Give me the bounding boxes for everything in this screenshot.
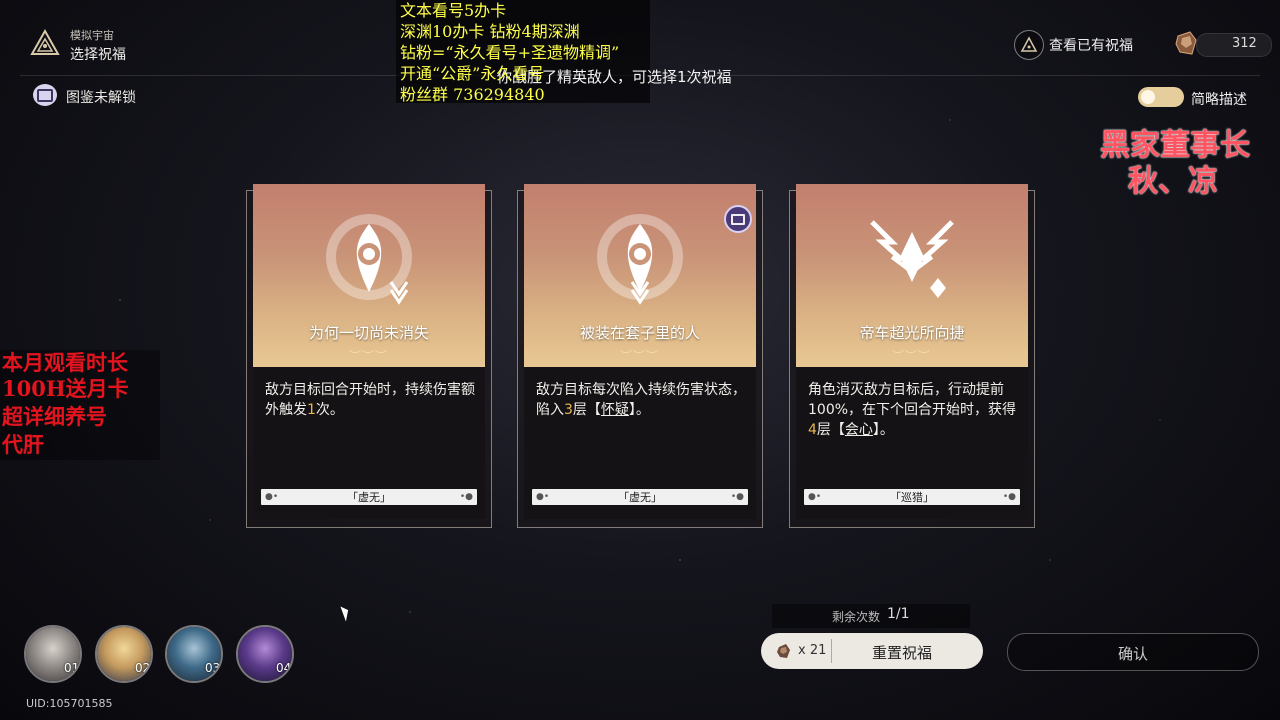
nihility-emblem-icon xyxy=(326,214,412,305)
remaining-value: 1/1 xyxy=(887,606,910,622)
rarity-crown-icon: ︶︶︶ xyxy=(892,349,932,363)
confirm-label: 确认 xyxy=(1118,645,1149,663)
blessing-name: 被装在套子里的人 xyxy=(579,324,700,342)
party-member-avatar[interactable]: 01 xyxy=(24,625,82,683)
blessing-name: 为何一切尚未消失 xyxy=(308,324,429,342)
mouse-cursor-icon xyxy=(340,604,352,622)
blessing-art: 为何一切尚未消失 ︶︶︶ xyxy=(253,184,485,367)
cosmic-fragment-icon xyxy=(1175,31,1197,55)
atlas-book-icon[interactable] xyxy=(33,84,57,106)
party-member-avatar[interactable]: 03 xyxy=(165,625,223,683)
blessing-description: 角色消灭敌方目标后，行动提前100%，在下个回合开始时，获得4层【会心】。 xyxy=(808,382,1017,438)
streamer-name-line2: 秋、凉 xyxy=(1128,164,1218,199)
currency-value: 312 xyxy=(1232,36,1257,51)
promo-line: 超详细养号 xyxy=(2,404,107,429)
stream-overlay-line: 深渊10办卡 钻粉4期深渊 xyxy=(400,22,580,41)
reset-blessing-button[interactable]: x 21 重置祝福 xyxy=(761,633,983,669)
blessing-path-label: ●• 「巡猎」 •● xyxy=(804,489,1020,505)
hunt-emblem-icon xyxy=(870,220,954,298)
atlas-status-label: 图鉴未解锁 xyxy=(66,90,136,106)
mode-subtitle: 模拟宇宙 xyxy=(70,29,114,42)
blessing-card-1[interactable]: 为何一切尚未消失 ︶︶︶ 敌方目标回合开始时，持续伤害额外触发1次。 ●• 「虚无… xyxy=(246,184,492,528)
rarity-crown-icon: ︶︶︶ xyxy=(620,349,660,363)
view-blessings-icon[interactable] xyxy=(1014,30,1044,60)
blessing-path-label: ●• 「虚无」 •● xyxy=(532,489,748,505)
blessing-path-label: ●• 「虚无」 •● xyxy=(261,489,477,505)
promo-line: 代肝 xyxy=(2,432,44,457)
blessing-card-2[interactable]: 被装在套子里的人 ︶︶︶ 敌方目标每次陷入持续伤害状态，陷入3层【怀疑】。 ●•… xyxy=(517,184,763,528)
stream-overlay-line: 粉丝群 736294840 xyxy=(400,85,545,104)
page-title: 选择祝福 xyxy=(70,47,126,63)
player-uid: UID:105701585 xyxy=(26,697,113,710)
blessing-description: 敌方目标每次陷入持续伤害状态，陷入3层【怀疑】。 xyxy=(536,382,746,418)
reset-cost: x 21 xyxy=(798,643,827,658)
rarity-crown-icon: ︶︶︶ xyxy=(349,349,389,363)
brief-description-label: 简略描述 xyxy=(1191,92,1247,108)
stream-overlay-line: 文本看号5办卡 xyxy=(400,1,507,20)
blessing-name: 帝车超光所向捷 xyxy=(859,324,965,342)
confirm-button[interactable]: 确认 xyxy=(1007,633,1259,671)
party-member-avatar[interactable]: 02 xyxy=(95,625,153,683)
reset-separator xyxy=(831,639,832,663)
blessing-description: 敌方目标回合开始时，持续伤害额外触发1次。 xyxy=(265,382,475,418)
blessing-art: 帝车超光所向捷 ︶︶︶ xyxy=(796,184,1028,367)
blessing-card-3[interactable]: 帝车超光所向捷 ︶︶︶ 角色消灭敌方目标后，行动提前100%，在下个回合开始时，… xyxy=(789,184,1035,528)
promo-line: 100H送月卡 xyxy=(2,376,129,401)
nihility-emblem-icon xyxy=(597,214,683,305)
party-member-avatar[interactable]: 04 xyxy=(236,625,294,683)
view-blessings-button[interactable]: 查看已有祝福 xyxy=(1049,35,1133,55)
promo-line: 本月观看时长 xyxy=(2,350,128,375)
blessing-art: 被装在套子里的人 ︶︶︶ xyxy=(524,184,756,367)
reset-label: 重置祝福 xyxy=(872,644,933,662)
brief-description-toggle[interactable] xyxy=(1138,87,1184,107)
stream-overlay-line: 钻粉=“永久看号+圣遗物精调” xyxy=(400,43,620,62)
atlas-new-badge-icon xyxy=(724,205,752,233)
cosmic-fragment-icon xyxy=(777,644,790,658)
remaining-label: 剩余次数 xyxy=(832,610,881,624)
stream-overlay-line: 开通“公爵”永久看号 xyxy=(400,64,545,83)
simulated-universe-icon xyxy=(30,28,60,55)
